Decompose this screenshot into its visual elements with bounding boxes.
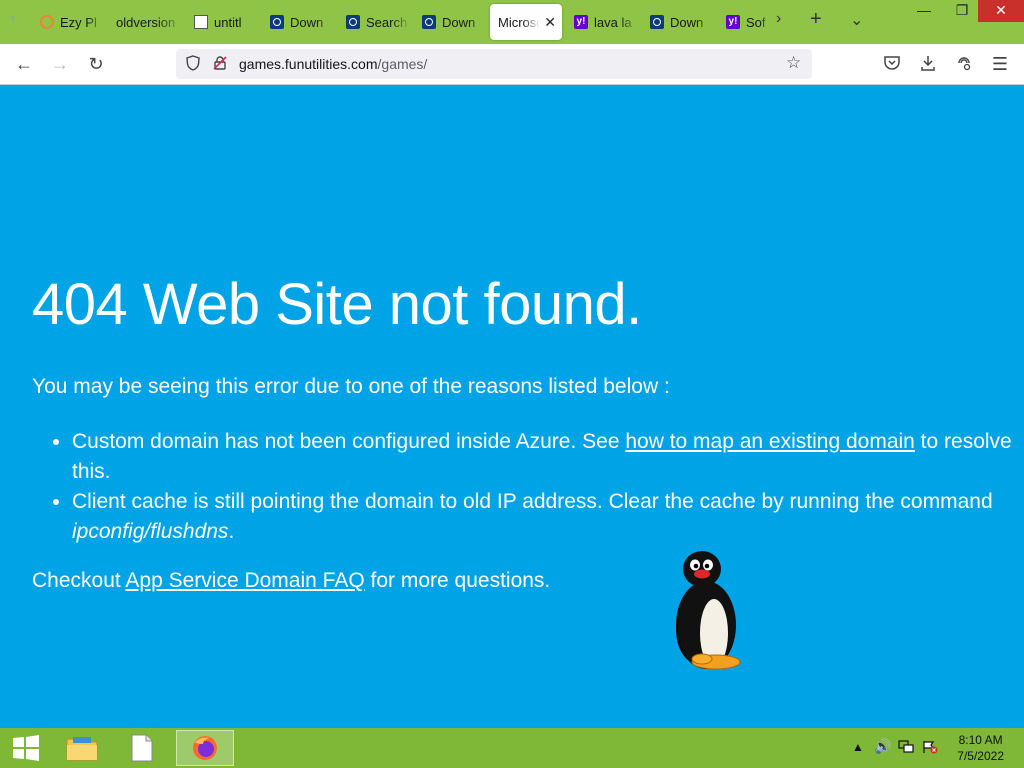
firefox-icon: [193, 736, 217, 760]
tab-untitled[interactable]: untitl: [186, 4, 258, 40]
action-center-flag-icon[interactable]: [922, 740, 938, 757]
folder-icon: [66, 737, 98, 761]
taskbar: ▲ 🔊 8:10 AM 7/5/2022: [0, 728, 1024, 768]
tab-label: untitl: [214, 14, 242, 30]
faq-suffix: for more questions.: [364, 569, 551, 592]
volume-icon[interactable]: 🔊: [874, 738, 891, 755]
tab-label: oldversion: [116, 14, 176, 30]
tab-search[interactable]: Search: [338, 4, 410, 40]
tab-label: Microso: [498, 14, 541, 30]
downloads-icon[interactable]: [918, 54, 938, 74]
loading-ring-icon: [40, 15, 54, 29]
page-content: 404 Web Site not found. You may be seein…: [0, 85, 1024, 728]
shield-icon[interactable]: [185, 55, 201, 75]
site-circle-icon: [422, 15, 436, 29]
pocket-icon[interactable]: [882, 54, 902, 74]
tab-label: lava la: [594, 14, 632, 30]
scroll-tabs-left-icon[interactable]: ‹: [10, 10, 15, 28]
site-circle-icon: [650, 15, 664, 29]
file-explorer-button[interactable]: [56, 730, 108, 766]
tab-oldversion[interactable]: oldversion: [108, 4, 184, 40]
clock-time: 8:10 AM: [958, 733, 1003, 747]
insecure-lock-icon[interactable]: [212, 55, 228, 75]
reason-text: Client cache is still pointing the domai…: [72, 490, 993, 513]
chevron-down-icon[interactable]: ⌄: [850, 10, 863, 30]
site-circle-icon: [270, 15, 284, 29]
document-icon: [131, 734, 153, 762]
scroll-tabs-right-icon[interactable]: ›: [776, 10, 781, 28]
yahoo-icon: y!: [574, 15, 588, 29]
tab-label: Down: [290, 14, 324, 30]
back-icon[interactable]: ←: [14, 54, 34, 74]
new-tab-icon[interactable]: +: [810, 8, 822, 31]
faq-link[interactable]: App Service Domain FAQ: [125, 569, 364, 592]
close-window-icon[interactable]: ✕: [978, 0, 1024, 22]
reload-icon[interactable]: ↻: [86, 54, 106, 74]
firefox-button[interactable]: [176, 730, 234, 766]
windows-logo-icon: [13, 735, 39, 761]
list-item: Client cache is still pointing the domai…: [72, 487, 1024, 547]
url-path: /games/: [377, 56, 428, 72]
list-item: Custom domain has not been configured in…: [72, 427, 1024, 487]
extensions-icon[interactable]: [954, 54, 974, 74]
tab-label: Down: [442, 14, 476, 30]
forward-icon[interactable]: →: [50, 54, 70, 74]
tab-label: Ezy Pl: [60, 14, 97, 30]
intro-text: You may be seeing this error due to one …: [32, 375, 670, 398]
system-clock[interactable]: 8:10 AM 7/5/2022: [957, 732, 1004, 764]
command-text: ipconfig/flushdns: [72, 520, 229, 543]
url-text[interactable]: games.funutilities.com/games/: [239, 56, 427, 72]
document-icon: [194, 15, 208, 29]
bookmark-star-icon[interactable]: ☆: [786, 53, 801, 73]
tab-label: Down: [670, 14, 704, 30]
navigation-bar: ← → ↻ games.funutilities.com/games/ ☆ ☰: [0, 44, 1024, 85]
tab-download-1[interactable]: Down: [262, 4, 334, 40]
reason-text: .: [228, 520, 235, 543]
notepad-button[interactable]: [116, 730, 168, 766]
show-hidden-icons-icon[interactable]: ▲: [852, 740, 864, 754]
page-title: 404 Web Site not found.: [32, 272, 642, 337]
url-host: games.funutilities.com: [239, 56, 378, 72]
faq-text: Checkout App Service Domain FAQ for more…: [32, 569, 550, 593]
tab-lava[interactable]: y! lava la: [566, 4, 638, 40]
tab-download-2[interactable]: Down: [414, 4, 486, 40]
yahoo-icon: y!: [726, 15, 740, 29]
tab-label: Search: [366, 14, 408, 30]
penguin-mascot[interactable]: [668, 549, 748, 673]
restore-icon[interactable]: ❐: [944, 0, 980, 22]
site-circle-icon: [346, 15, 360, 29]
tab-label: Sof: [746, 14, 766, 30]
tab-download-3[interactable]: Down: [642, 4, 714, 40]
minimize-icon[interactable]: —: [904, 0, 944, 22]
tab-ezy[interactable]: Ezy Pl: [32, 4, 104, 40]
faq-prefix: Checkout: [32, 569, 126, 592]
network-icon[interactable]: [898, 740, 914, 757]
tab-software[interactable]: y! Sof: [718, 4, 770, 40]
tab-strip: ‹ Ezy Pl oldversion untitl Down Search D…: [0, 0, 1024, 44]
start-button[interactable]: [0, 730, 52, 766]
map-domain-link[interactable]: how to map an existing domain: [625, 430, 915, 453]
address-bar[interactable]: games.funutilities.com/games/ ☆: [176, 49, 812, 79]
reasons-list: Custom domain has not been configured in…: [32, 427, 1024, 547]
tab-microsoft-active[interactable]: Microso ✕: [490, 4, 562, 40]
close-tab-icon[interactable]: ✕: [544, 14, 556, 31]
clock-date: 7/5/2022: [957, 749, 1004, 763]
menu-icon[interactable]: ☰: [990, 54, 1010, 74]
reason-text: Custom domain has not been configured in…: [72, 430, 626, 453]
